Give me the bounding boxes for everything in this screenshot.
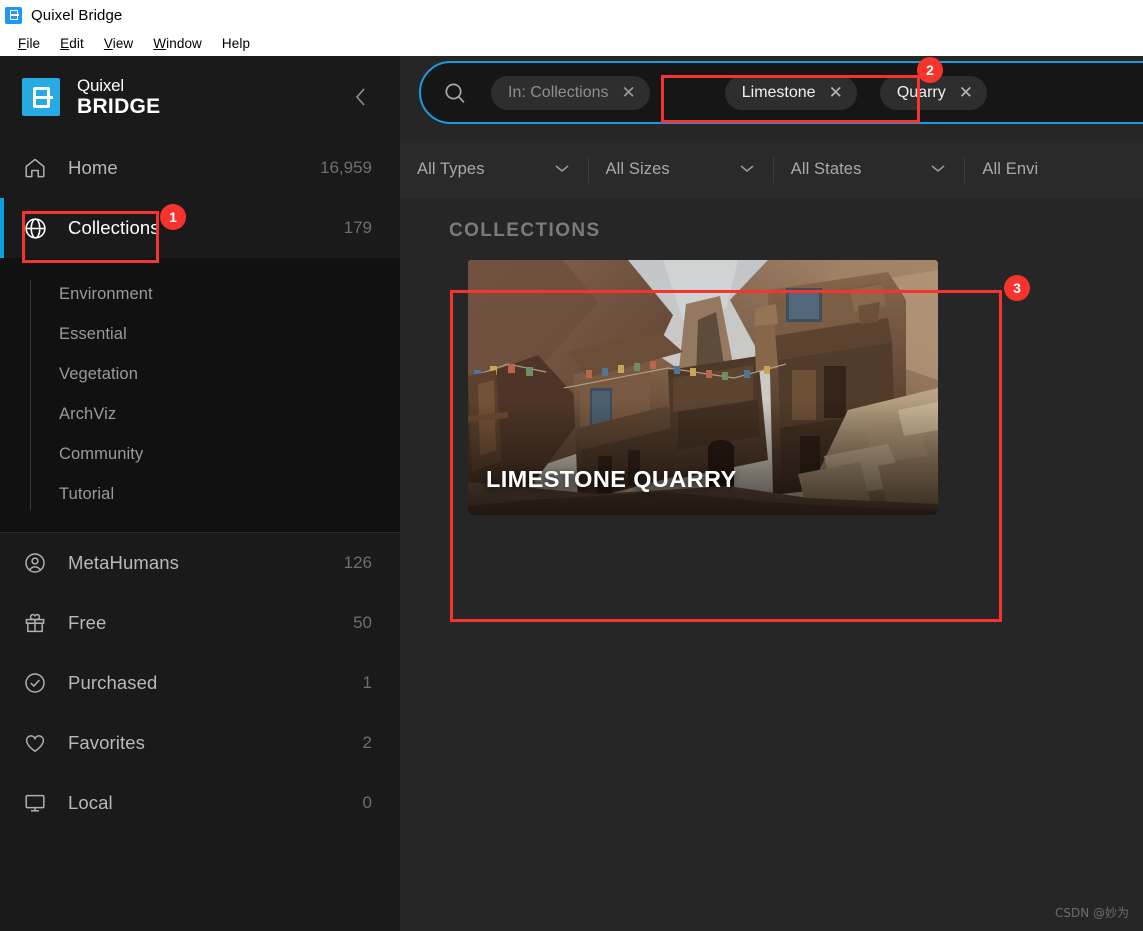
collections-card-limestone-quarry[interactable]: LIMESTONE QUARRY <box>468 260 938 515</box>
globe-icon <box>22 215 48 241</box>
menu-file[interactable]: File <box>8 36 50 51</box>
quixel-bridge-window: Quixel Bridge File Edit View Window Help… <box>0 0 1143 931</box>
filter-all-sizes[interactable]: All Sizes <box>606 141 764 198</box>
content-area: In: Collections ✕ Limestone ✕ Quarry ✕ A… <box>400 56 1143 931</box>
sidebar-item-metahumans[interactable]: MetaHumans 126 <box>0 533 400 593</box>
filter-all-environments[interactable]: All Envi <box>982 141 1046 198</box>
search-term-label: Quarry <box>896 83 946 101</box>
collections-section: COLLECTIONS LIMESTONE QUARRY <box>400 198 1143 515</box>
sidebar-item-label: Favorites <box>68 732 145 753</box>
sidebar-item-label: Home <box>68 157 118 178</box>
search-term-chip-limestone[interactable]: Limestone ✕ <box>724 75 857 110</box>
sidebar-item-purchased[interactable]: Purchased 1 <box>0 653 400 713</box>
sidebar-item-local[interactable]: Local 0 <box>0 773 400 833</box>
sidebar-subitem-environment[interactable]: Environment <box>0 274 400 314</box>
user-circle-icon <box>22 550 48 576</box>
sidebar-item-count: 50 <box>353 613 372 632</box>
search-term-label: Limestone <box>741 83 816 101</box>
menu-window[interactable]: Window <box>143 36 212 51</box>
sidebar-subitem-vegetation[interactable]: Vegetation <box>0 354 400 394</box>
close-icon[interactable]: ✕ <box>829 84 843 101</box>
sidebar-item-home[interactable]: Home 16,959 <box>0 138 400 198</box>
menu-view[interactable]: View <box>94 36 143 51</box>
brand-line-1: Quixel <box>77 76 124 95</box>
sidebar: Quixel BRIDGE Home 16,959 Collections 17… <box>0 56 400 931</box>
close-icon[interactable]: ✕ <box>622 84 636 101</box>
sidebar-subitem-archviz[interactable]: ArchViz <box>0 394 400 434</box>
sidebar-item-collections[interactable]: Collections 179 <box>0 198 400 258</box>
chevron-down-icon <box>553 161 571 179</box>
filter-all-types[interactable]: All Types <box>417 141 579 198</box>
check-circle-icon <box>22 670 48 696</box>
gift-icon <box>22 610 48 636</box>
sidebar-item-label: MetaHumans <box>68 552 180 573</box>
filter-divider <box>587 156 589 183</box>
filter-label: All Types <box>417 160 485 178</box>
watermark: CSDN @妙为 <box>1054 906 1129 920</box>
sidebar-item-count: 126 <box>343 553 372 572</box>
bridge-app-icon <box>5 6 22 24</box>
search-scope-label: In: Collections <box>508 83 609 101</box>
collections-subnav: Environment Essential Vegetation ArchViz… <box>0 258 400 532</box>
sidebar-item-count: 179 <box>343 218 372 237</box>
sidebar-item-count: 0 <box>362 793 372 812</box>
filter-divider <box>772 156 774 183</box>
quixel-bridge-logo-icon <box>22 78 60 116</box>
filter-divider <box>964 156 966 183</box>
sidebar-item-favorites[interactable]: Favorites 2 <box>0 713 400 773</box>
brand-header: Quixel BRIDGE <box>0 56 400 138</box>
sidebar-subitem-tutorial[interactable]: Tutorial <box>0 474 400 514</box>
search-icon[interactable] <box>442 80 468 106</box>
collections-card-title: LIMESTONE QUARRY <box>486 466 737 492</box>
search-term-chips: Limestone ✕ Quarry ✕ <box>709 75 987 110</box>
sidebar-item-label: Collections <box>68 217 160 238</box>
filter-label: All Sizes <box>605 160 670 178</box>
brand-text: Quixel BRIDGE <box>77 77 160 117</box>
sidebar-subitem-community[interactable]: Community <box>0 434 400 474</box>
search-scope-chip[interactable]: In: Collections ✕ <box>491 75 650 110</box>
filter-bar: All Types All Sizes All States All Envi <box>400 141 1143 198</box>
title-bar: Quixel Bridge <box>0 0 1143 30</box>
menu-help[interactable]: Help <box>212 36 260 51</box>
brand-line-2: BRIDGE <box>77 95 161 118</box>
chevron-left-icon[interactable] <box>348 84 374 110</box>
window-title: Quixel Bridge <box>31 6 123 24</box>
close-icon[interactable]: ✕ <box>959 84 973 101</box>
search-bar[interactable]: In: Collections ✕ Limestone ✕ Quarry ✕ <box>419 61 1143 124</box>
search-term-chip-quarry[interactable]: Quarry ✕ <box>879 75 987 110</box>
home-icon <box>22 155 48 181</box>
sidebar-item-label: Purchased <box>68 672 158 693</box>
chevron-down-icon <box>929 161 947 179</box>
collections-section-title: COLLECTIONS <box>449 220 601 241</box>
sidebar-subitem-essential[interactable]: Essential <box>0 314 400 354</box>
monitor-icon <box>22 790 48 816</box>
menu-bar: File Edit View Window Help <box>0 30 1143 56</box>
sidebar-item-label: Local <box>68 792 113 813</box>
filter-all-states[interactable]: All States <box>791 141 956 198</box>
filter-label: All Envi <box>982 160 1039 178</box>
filter-label: All States <box>790 160 862 178</box>
sidebar-item-count: 2 <box>362 733 372 752</box>
sidebar-item-free[interactable]: Free 50 <box>0 593 400 653</box>
sidebar-item-label: Free <box>68 612 107 633</box>
sidebar-item-count: 16,959 <box>320 158 372 177</box>
heart-icon <box>22 730 48 756</box>
chevron-down-icon <box>738 161 756 179</box>
sidebar-item-count: 1 <box>362 673 372 692</box>
search-region: In: Collections ✕ Limestone ✕ Quarry ✕ <box>400 56 1143 141</box>
menu-edit[interactable]: Edit <box>50 36 94 51</box>
